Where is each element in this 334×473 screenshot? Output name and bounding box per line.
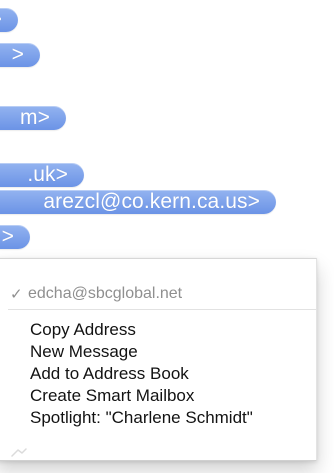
menu-item-new-message[interactable]: New Message bbox=[30, 341, 253, 363]
menu-item-add-to-address-book[interactable]: Add to Address Book bbox=[30, 363, 253, 385]
address-token[interactable]: > bbox=[0, 225, 30, 249]
address-token-text: .uk> bbox=[27, 163, 68, 186]
menu-email-address: edcha@sbcglobal.net bbox=[28, 285, 183, 302]
mail-recipient-view: > > m> .uk> arezcl@co.kern.ca.us> > ✓ ed… bbox=[0, 0, 334, 473]
address-context-menu: ✓ edcha@sbcglobal.net Copy Address New M… bbox=[0, 258, 317, 461]
address-token-text: arezcl@co.kern.ca.us> bbox=[43, 190, 260, 213]
menu-item-spotlight[interactable]: Spotlight: "Charlene Schmidt" bbox=[30, 407, 253, 429]
address-token[interactable]: m> bbox=[0, 106, 66, 130]
address-token[interactable]: > bbox=[0, 43, 40, 67]
menu-item-list: Copy Address New Message Add to Address … bbox=[30, 319, 253, 429]
address-token-text: > bbox=[1, 225, 14, 248]
address-token[interactable]: .uk> bbox=[0, 163, 84, 187]
menu-divider bbox=[8, 309, 316, 310]
address-token[interactable]: > bbox=[0, 8, 18, 32]
address-token-text: m> bbox=[20, 106, 50, 129]
menu-item-create-smart-mailbox[interactable]: Create Smart Mailbox bbox=[30, 385, 253, 407]
menu-item-copy-address[interactable]: Copy Address bbox=[30, 319, 253, 341]
address-token-text: > bbox=[11, 43, 24, 66]
cursor-fragment-icon bbox=[11, 448, 27, 457]
menu-email-header: ✓ edcha@sbcglobal.net bbox=[10, 284, 182, 304]
checkmark-icon: ✓ bbox=[10, 286, 23, 303]
address-token[interactable]: arezcl@co.kern.ca.us> bbox=[0, 190, 276, 214]
address-token-text: > bbox=[0, 8, 2, 32]
